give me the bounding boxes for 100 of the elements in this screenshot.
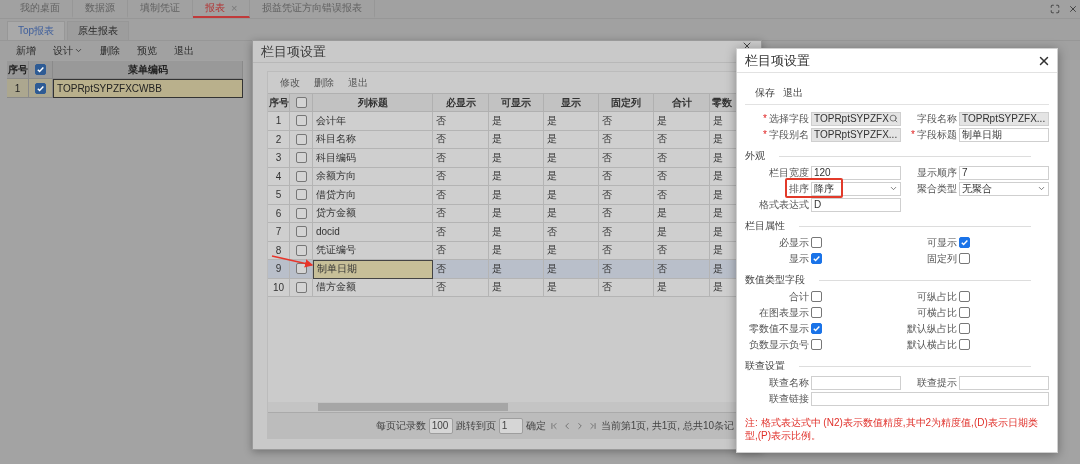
toolbar-button[interactable]: 退出 (783, 85, 803, 100)
table-cell: 科目编码 (313, 149, 433, 168)
checkbox[interactable] (959, 291, 970, 302)
checkbox[interactable] (295, 189, 307, 201)
toolbar-button[interactable]: 预览 (137, 43, 157, 58)
field-label: 必显示 (778, 235, 809, 250)
dialog-title: 栏目项设置 (261, 42, 326, 61)
input-field[interactable] (811, 391, 1049, 406)
confirm-link[interactable]: 确定 (525, 418, 546, 433)
table-cell: 是 (544, 260, 599, 279)
table-cell: 否 (599, 149, 654, 168)
table-cell: 是 (654, 223, 710, 242)
page-field[interactable]: 1 (498, 417, 523, 434)
checkbox[interactable] (295, 170, 307, 182)
checkbox[interactable] (811, 323, 822, 334)
table-cell: 3 (268, 149, 290, 168)
field-label: 排序 (788, 181, 809, 196)
input-field[interactable]: 120 (811, 165, 901, 180)
table-cell: 否 (599, 223, 654, 242)
field-label: 格式表达式 (758, 197, 809, 212)
select-field[interactable]: 无聚合 (959, 181, 1049, 196)
field-label: 零数值不显示 (748, 321, 809, 336)
field-label: 联查链接 (768, 391, 809, 406)
checkbox[interactable] (295, 152, 307, 164)
checkbox[interactable] (295, 207, 307, 219)
table-cell: docid (313, 223, 433, 242)
checkbox[interactable] (811, 307, 822, 318)
first-page-icon[interactable] (548, 420, 559, 431)
section-title: 联查设置 (745, 359, 785, 373)
checkbox[interactable] (295, 97, 307, 108)
table-cell: 否 (654, 149, 710, 168)
caret-icon (889, 184, 898, 193)
input-field[interactable]: 制单日期 (959, 127, 1049, 142)
field-label: * 字段标题 (910, 127, 957, 142)
field-label: 默认纵占比 (906, 321, 957, 336)
column-header: 菜单编码 (53, 61, 243, 79)
dropdown-button[interactable]: 设计 (53, 43, 83, 58)
table-cell: 制单日期 (313, 260, 433, 279)
column-header: 固定列 (599, 93, 654, 112)
table-cell: 否 (599, 260, 654, 279)
checkbox[interactable] (959, 323, 970, 334)
toolbar-button[interactable]: 修改 (280, 75, 300, 90)
lookup-field[interactable]: TOPRptSYPZFX (811, 111, 901, 126)
checkbox[interactable] (811, 237, 822, 248)
table-cell: 否 (433, 186, 489, 205)
table-cell: 否 (654, 186, 710, 205)
input-field[interactable]: TOPRptSYPZFX... (959, 111, 1049, 126)
table-cell: 会计年 (313, 112, 433, 131)
table-cell: 否 (599, 112, 654, 131)
table-cell: 是 (544, 186, 599, 205)
toolbar-button[interactable]: 删除 (100, 43, 120, 58)
page-size-field[interactable]: 100 (428, 417, 453, 434)
checkbox[interactable] (959, 339, 970, 350)
table-cell: 否 (433, 223, 489, 242)
checkbox[interactable] (811, 253, 822, 264)
tab[interactable]: 原生报表 (67, 21, 130, 40)
checkbox[interactable] (811, 291, 822, 302)
input-field[interactable]: D (811, 197, 901, 212)
field-label: 联查名称 (768, 375, 809, 390)
toolbar-button[interactable]: 退出 (348, 75, 368, 90)
checkbox[interactable] (811, 339, 822, 350)
checkbox[interactable] (295, 281, 307, 293)
input-field[interactable]: TOPRptSYPZFX... (811, 127, 901, 142)
select-field[interactable]: 降序 (811, 181, 901, 196)
toolbar-button[interactable]: 退出 (174, 43, 194, 58)
column-header: 必显示 (433, 93, 489, 112)
toolbar-button[interactable]: 保存 (755, 85, 775, 100)
checkbox[interactable] (295, 244, 307, 256)
input-field[interactable] (811, 375, 901, 390)
table-cell: 否 (599, 186, 654, 205)
table-cell: 否 (433, 260, 489, 279)
table-cell: 7 (268, 223, 290, 242)
table-cell: 是 (544, 149, 599, 168)
toolbar-button[interactable]: 删除 (314, 75, 334, 90)
field-label: 可显示 (926, 235, 957, 250)
input-field[interactable] (959, 375, 1049, 390)
field-label: 栏目宽度 (768, 165, 809, 180)
field-label: 字段名称 (916, 111, 957, 126)
checkbox[interactable] (35, 82, 46, 94)
column-header: 序号 (7, 61, 29, 79)
fullscreen-icon[interactable] (1050, 4, 1060, 14)
column-header: 显示 (544, 93, 599, 112)
table-cell: 1 (7, 79, 29, 98)
checkbox[interactable] (295, 133, 307, 145)
checkbox[interactable] (959, 307, 970, 318)
checkbox[interactable] (959, 237, 970, 248)
checkbox[interactable] (295, 115, 307, 127)
checkbox[interactable] (295, 263, 307, 275)
last-page-icon[interactable] (587, 420, 598, 431)
toolbar-button[interactable]: 新增 (16, 43, 36, 58)
checkbox[interactable] (35, 64, 46, 75)
column-header: 合计 (654, 93, 710, 112)
table-cell: 是 (489, 112, 544, 131)
table-cell: 否 (544, 223, 599, 242)
checkbox[interactable] (295, 226, 307, 238)
page-status: 当前第1页, 共1页, 总共10条记 (600, 418, 734, 433)
table-cell: 借贷方向 (313, 186, 433, 205)
input-field[interactable]: 7 (959, 165, 1049, 180)
checkbox[interactable] (959, 253, 970, 264)
section-title: 数值类型字段 (745, 273, 805, 287)
